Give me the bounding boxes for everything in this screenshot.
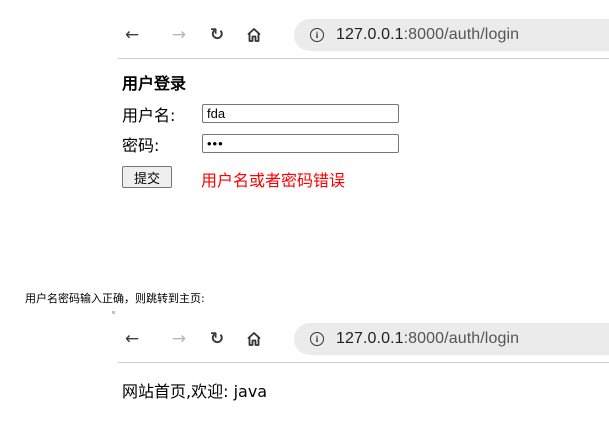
home-icon[interactable] [242, 13, 266, 57]
cursor-mark [112, 311, 115, 314]
password-label: 密码: [122, 136, 160, 155]
username-label: 用户名: [122, 106, 176, 125]
url-host: 127.0.0.1 [336, 330, 404, 347]
login-form: 用户登录 用户名: 密码: 提交 用户名或者密码错误 [122, 72, 399, 190]
url-text: 127.0.0.1:8000/auth/login [336, 26, 519, 44]
caption-text: 用户名密码输入正确，则跳转到主页: [25, 292, 205, 305]
url-path: :8000/auth/login [403, 330, 520, 347]
url-host: 127.0.0.1 [336, 26, 404, 43]
arrow-left-icon[interactable]: ← [120, 317, 144, 361]
reload-icon[interactable]: ↻ [205, 317, 229, 361]
info-icon[interactable]: i [310, 28, 324, 42]
toolbar-divider [118, 362, 609, 363]
home-icon[interactable] [242, 317, 266, 361]
password-input[interactable] [202, 134, 399, 153]
arrow-right-icon[interactable]: → [167, 13, 191, 57]
welcome-text: 网站首页,欢迎: java [122, 382, 268, 401]
error-message: 用户名或者密码错误 [201, 171, 346, 190]
username-row: 用户名: [122, 102, 399, 126]
browser-toolbar-top: ← → ↻ i 127.0.0.1:8000/auth/login [118, 13, 609, 59]
password-row: 密码: [122, 132, 399, 156]
toolbar-divider [118, 58, 609, 59]
submit-button[interactable]: 提交 [122, 166, 172, 188]
username-input[interactable] [202, 104, 399, 123]
form-title: 用户登录 [122, 74, 187, 93]
arrow-left-icon[interactable]: ← [120, 13, 144, 57]
browser-toolbar-bottom: ← → ↻ i 127.0.0.1:8000/auth/login [118, 317, 609, 363]
arrow-right-icon[interactable]: → [167, 317, 191, 361]
address-bar[interactable]: i 127.0.0.1:8000/auth/login [294, 19, 609, 51]
reload-icon[interactable]: ↻ [205, 13, 229, 57]
url-text: 127.0.0.1:8000/auth/login [336, 330, 519, 348]
url-path: :8000/auth/login [403, 26, 520, 43]
address-bar[interactable]: i 127.0.0.1:8000/auth/login [294, 323, 609, 355]
info-icon[interactable]: i [310, 332, 324, 346]
